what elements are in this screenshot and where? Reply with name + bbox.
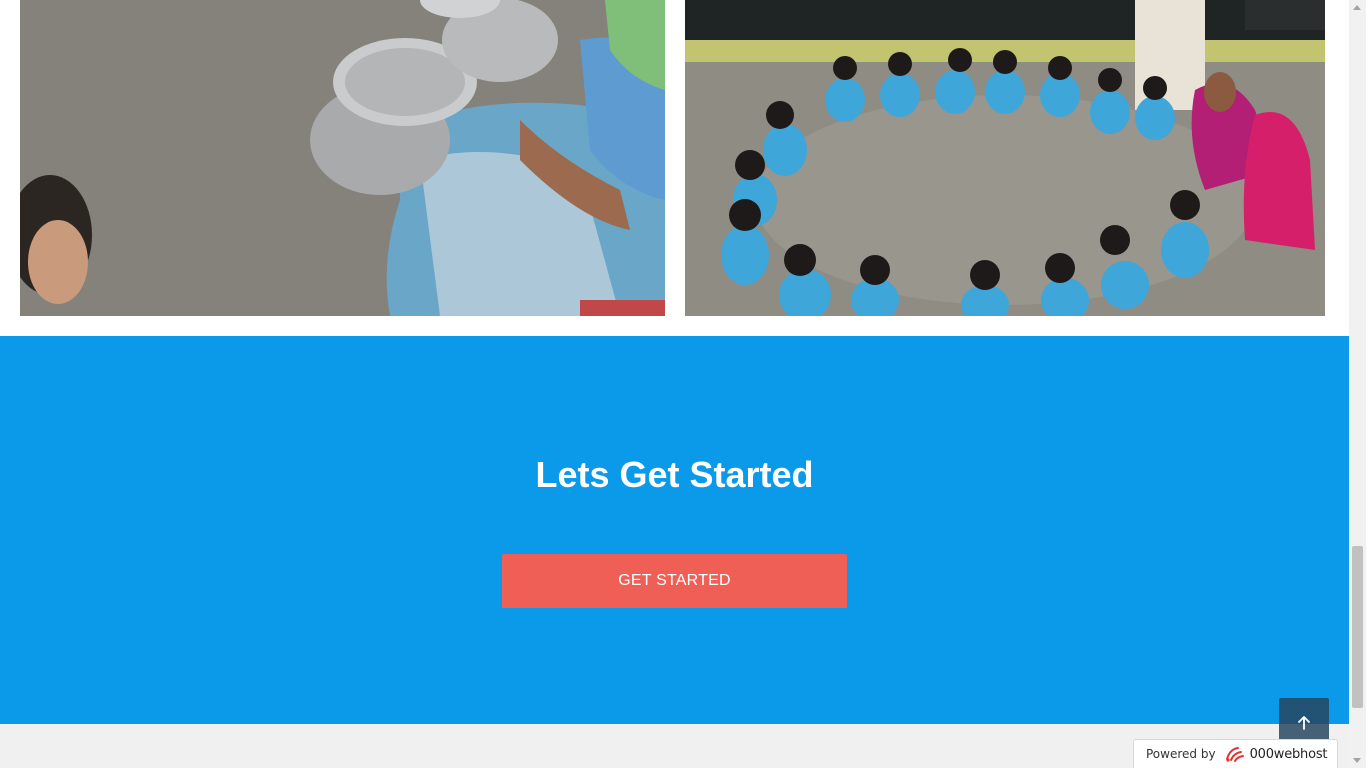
photo-cooking-pots-image bbox=[20, 0, 665, 316]
photo-cooking-pots bbox=[20, 0, 665, 316]
photo-children-eating bbox=[685, 0, 1325, 316]
arrow-up-icon bbox=[1298, 716, 1310, 730]
photo-gallery bbox=[0, 0, 1349, 336]
photo-children-eating-image bbox=[685, 0, 1325, 316]
powered-by-label: Powered by bbox=[1146, 747, 1216, 761]
page-scrollbar[interactable] bbox=[1349, 0, 1366, 768]
get-started-button[interactable]: GET STARTED bbox=[502, 554, 847, 608]
cta-section: Lets Get Started GET STARTED bbox=[0, 336, 1349, 724]
powered-by-badge[interactable]: Powered by 000webhost bbox=[1133, 739, 1338, 768]
000webhost-logo-icon bbox=[1225, 747, 1244, 762]
cta-title: Lets Get Started bbox=[535, 454, 814, 495]
scroll-up-arrow-icon[interactable] bbox=[1353, 5, 1361, 10]
scrollbar-thumb[interactable] bbox=[1352, 546, 1363, 708]
powered-by-brand: 000webhost bbox=[1249, 746, 1328, 762]
scroll-down-arrow-icon[interactable] bbox=[1353, 758, 1361, 763]
